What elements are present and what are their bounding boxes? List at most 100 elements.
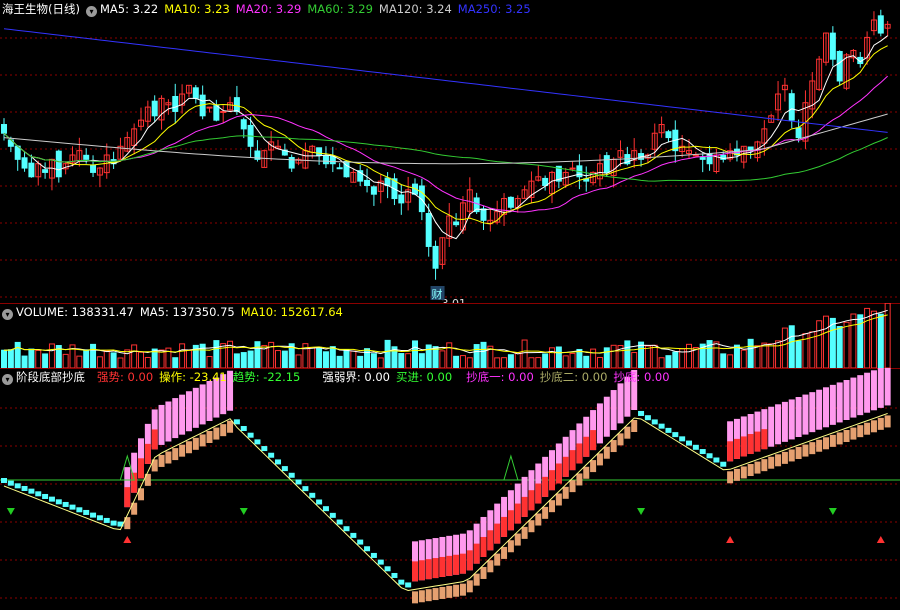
- indicator-block-tan: [727, 471, 734, 484]
- volume-bar: [823, 315, 829, 368]
- volume-bar: [651, 344, 658, 368]
- volume-bar: [281, 350, 288, 368]
- ma-legend: MA5: 3.22 MA10: 3.23 MA20: 3.29 MA60: 3.29 M…: [100, 2, 537, 16]
- volume-bar: [686, 343, 692, 368]
- indicator-step: [692, 444, 699, 450]
- indicator-block-tan: [829, 434, 836, 447]
- volume-bar: [850, 313, 857, 368]
- candle: [192, 87, 199, 99]
- indicator-step: [686, 440, 692, 446]
- indicator-step: [1, 478, 7, 483]
- volume-bar: [788, 325, 795, 368]
- indicator-step: [261, 446, 268, 452]
- indicator-block-red: [754, 431, 761, 452]
- candle: [151, 100, 158, 117]
- volume-bar: [535, 357, 542, 368]
- volume-bar: [740, 349, 747, 368]
- sell-arrow-icon: [239, 508, 248, 515]
- volume-bar: [412, 340, 418, 368]
- indicator-block-tan: [809, 442, 816, 455]
- indicator-block-tan: [747, 464, 754, 477]
- volume-bar: [446, 342, 453, 368]
- settings-icon[interactable]: ▾: [2, 309, 13, 320]
- ma-legend-item: MA120: 3.24: [378, 2, 452, 16]
- volume-bar: [350, 350, 357, 368]
- price-chart[interactable]: 3.01财: [0, 0, 900, 303]
- indicator-block-tan: [733, 468, 740, 481]
- settings-icon[interactable]: ▾: [85, 6, 97, 17]
- volume-bar: [103, 350, 110, 368]
- indicator-block-tan: [795, 447, 802, 460]
- indicator-step: [28, 488, 35, 494]
- indicator-step: [672, 432, 679, 438]
- indicator-step: [240, 426, 247, 432]
- volume-bar: [179, 343, 186, 368]
- candle: [1, 124, 7, 134]
- candle: [788, 93, 795, 121]
- volume-bar: [870, 310, 877, 368]
- indicator-step: [295, 479, 302, 485]
- price-pane[interactable]: 3.01财 海王生物(日线) ▾MA5: 3.22 MA10: 3.23 MA20: …: [0, 0, 900, 303]
- price-legend: 海王生物(日线) ▾ MA5: 3.22 MA10: 3.23 MA20: 3.29 MA…: [2, 0, 543, 18]
- indicator-block-pink: [877, 368, 884, 408]
- indicator-block-tan: [192, 437, 199, 450]
- indicator-block-red: [151, 429, 158, 450]
- indicator-step: [644, 415, 651, 421]
- indicator-step: [309, 492, 316, 498]
- volume-bar: [775, 340, 782, 368]
- indicator-step: [35, 491, 42, 497]
- grid-lines: [0, 37, 900, 298]
- indicator-block-pink: [809, 392, 816, 433]
- indicator-block-pink: [843, 380, 850, 421]
- candle: [90, 164, 97, 173]
- indicator-block-tan: [473, 573, 480, 586]
- volume-bar: [275, 350, 281, 368]
- indicator-block-tan: [172, 448, 179, 461]
- indicator-block-tan: [213, 427, 220, 440]
- volume-bar: [158, 349, 165, 368]
- indicator-block-pink: [172, 398, 179, 439]
- volume-legend: ▾ VOLUME: 138331.47 MA5: 137350.75 MA10: 15…: [2, 303, 349, 321]
- indicator-step: [14, 483, 21, 489]
- settings-icon[interactable]: ▾: [2, 374, 13, 385]
- indicator-step: [76, 507, 83, 513]
- volume-ma10: MA10: 152617.64: [240, 305, 343, 319]
- indicator-chart[interactable]: [0, 368, 900, 610]
- indicator-step: [21, 485, 28, 491]
- volume-bar: [322, 351, 329, 368]
- indicator-block-red: [562, 456, 569, 477]
- indicator-block-tan: [227, 420, 234, 433]
- indicator-block-tan: [610, 440, 617, 453]
- indicator-block-pink: [768, 406, 775, 447]
- indicator-step: [83, 509, 90, 515]
- indicator-step: [281, 466, 288, 472]
- indicator-block-red: [418, 560, 425, 581]
- indicator-block-pink: [610, 390, 617, 431]
- indicator-block-tan: [453, 584, 460, 597]
- indicator-step: [357, 539, 364, 545]
- chaodi2-value: 抄底二: 0.00: [539, 370, 608, 384]
- candle: [213, 105, 220, 121]
- indicator-pane[interactable]: ▾ 阶段底部抄底 强势: 0.00 操作: -23.41 趋势: -22.15 强弱界: …: [0, 368, 900, 610]
- volume-bar: [247, 350, 254, 368]
- volume-bar: [172, 357, 179, 368]
- volume-bar: [213, 340, 220, 368]
- volume-bar: [425, 344, 432, 368]
- indicator-block-red: [124, 487, 131, 508]
- indicator-step: [90, 512, 97, 518]
- indicator-step: [706, 453, 713, 459]
- volume-bar: [96, 356, 103, 368]
- indicator-step: [42, 493, 49, 499]
- indicator-step: [55, 499, 62, 505]
- indicator-block-tan: [754, 461, 761, 474]
- volume-pane[interactable]: ▾ VOLUME: 138331.47 MA5: 137350.75 MA10: 15…: [0, 303, 900, 368]
- indicator-block-tan: [439, 586, 446, 599]
- indicator-step: [720, 461, 727, 467]
- volume-bar: [542, 353, 549, 368]
- ma-legend-item: MA20: 3.29: [235, 2, 302, 16]
- candle: [877, 15, 884, 34]
- indicator-block-red: [131, 472, 138, 493]
- indicator-step: [96, 515, 103, 521]
- volume-bar: [138, 351, 144, 368]
- volume-bar: [658, 357, 665, 368]
